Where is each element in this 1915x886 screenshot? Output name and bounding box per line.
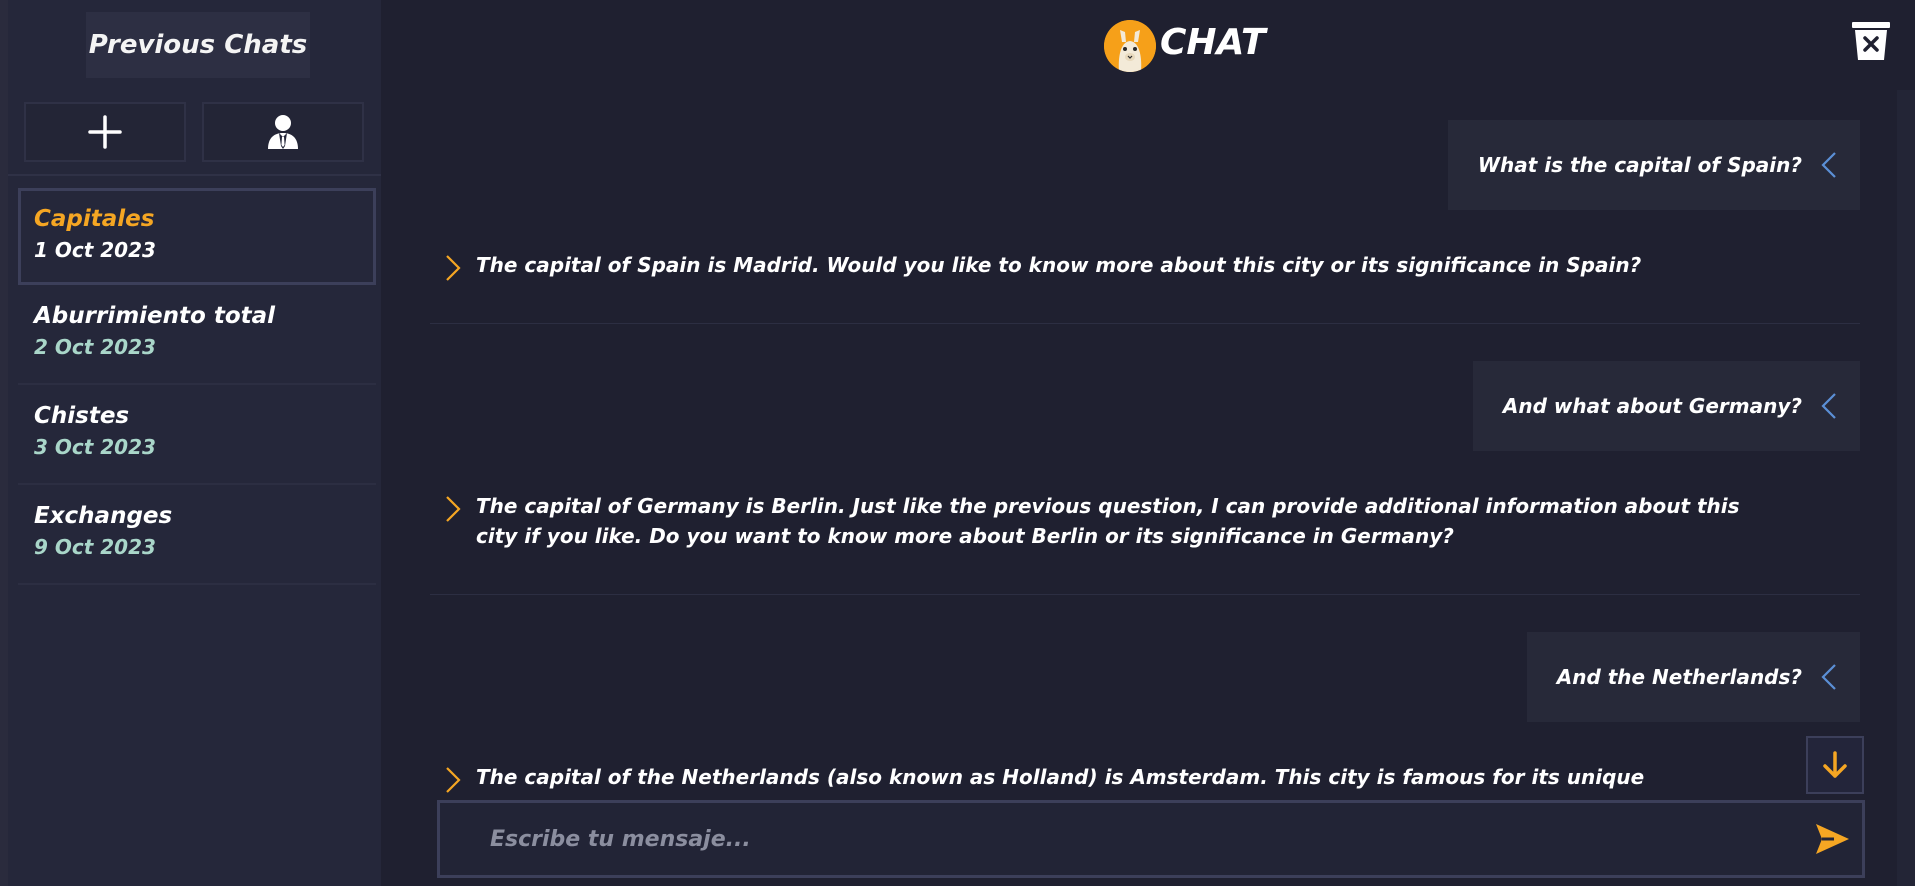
message-text: And the Netherlands?: [1556, 665, 1802, 689]
llama-icon: [1104, 20, 1156, 72]
chat-name: Capitales: [34, 206, 155, 232]
send-button[interactable]: [1812, 819, 1852, 859]
chat-item-exchanges[interactable]: Exchanges 9 Oct 2023: [18, 485, 376, 585]
message-text: The capital of Germany is Berlin. Just l…: [476, 494, 1740, 548]
plus-icon: [88, 115, 122, 149]
message-divider: [430, 323, 1860, 324]
user-message: What is the capital of Spain?: [1447, 120, 1860, 210]
message-text: What is the capital of Spain?: [1477, 153, 1802, 177]
chevron-right-icon: [430, 250, 476, 282]
bot-message: The capital of Germany is Berlin. Just l…: [430, 491, 1860, 551]
user-icon: [268, 115, 298, 149]
chevron-left-icon: [1820, 151, 1838, 179]
scroll-down-button[interactable]: [1806, 736, 1864, 794]
chevron-right-icon: [430, 762, 476, 794]
sidebar-title: Previous Chats: [86, 12, 310, 78]
message-text: The capital of the Netherlands (also kno…: [476, 765, 1731, 798]
chat-list: Capitales 1 Oct 2023 Aburrimiento total …: [18, 188, 376, 585]
chat-date: 9 Oct 2023: [34, 535, 156, 559]
user-message: And what about Germany?: [1472, 361, 1860, 451]
message-input-bar: [437, 800, 1865, 878]
message-list: What is the capital of Spain? The capita…: [430, 100, 1860, 798]
user-message: And the Netherlands?: [1526, 632, 1860, 722]
profile-button[interactable]: [202, 102, 364, 162]
chat-item-chistes[interactable]: Chistes 3 Oct 2023: [18, 385, 376, 485]
sidebar: Previous Chats Capitales 1 Oct 2023 Abur…: [8, 0, 381, 886]
chat-name: Exchanges: [34, 503, 173, 529]
message-divider: [430, 594, 1860, 595]
new-chat-button[interactable]: [24, 102, 186, 162]
chat-item-capitales[interactable]: Capitales 1 Oct 2023: [18, 188, 376, 285]
window-edge: [0, 0, 8, 886]
chat-date: 3 Oct 2023: [34, 435, 156, 459]
chat-date: 2 Oct 2023: [34, 335, 156, 359]
clear-chat-button[interactable]: [1850, 20, 1892, 62]
page-title: CHAT: [1160, 22, 1266, 63]
send-icon: [1816, 824, 1849, 854]
sidebar-divider: [8, 174, 381, 176]
bot-message: The capital of the Netherlands (also kno…: [430, 762, 1860, 798]
chat-item-aburrimiento-total[interactable]: Aburrimiento total 2 Oct 2023: [18, 285, 376, 385]
arrow-down-icon: [1823, 751, 1847, 778]
message-input[interactable]: [440, 803, 1780, 875]
bot-message: The capital of Spain is Madrid. Would yo…: [430, 250, 1860, 282]
chevron-right-icon: [430, 491, 476, 523]
scrollbar[interactable]: [1897, 90, 1915, 886]
chat-date: 1 Oct 2023: [34, 238, 156, 262]
message-text: And what about Germany?: [1502, 394, 1802, 418]
chat-name: Chistes: [34, 403, 130, 429]
message-text: The capital of Spain is Madrid. Would yo…: [476, 253, 1642, 277]
chevron-left-icon: [1820, 663, 1838, 691]
trash-clear-icon: [1852, 22, 1890, 60]
chevron-left-icon: [1820, 392, 1838, 420]
chat-name: Aburrimiento total: [34, 303, 276, 329]
